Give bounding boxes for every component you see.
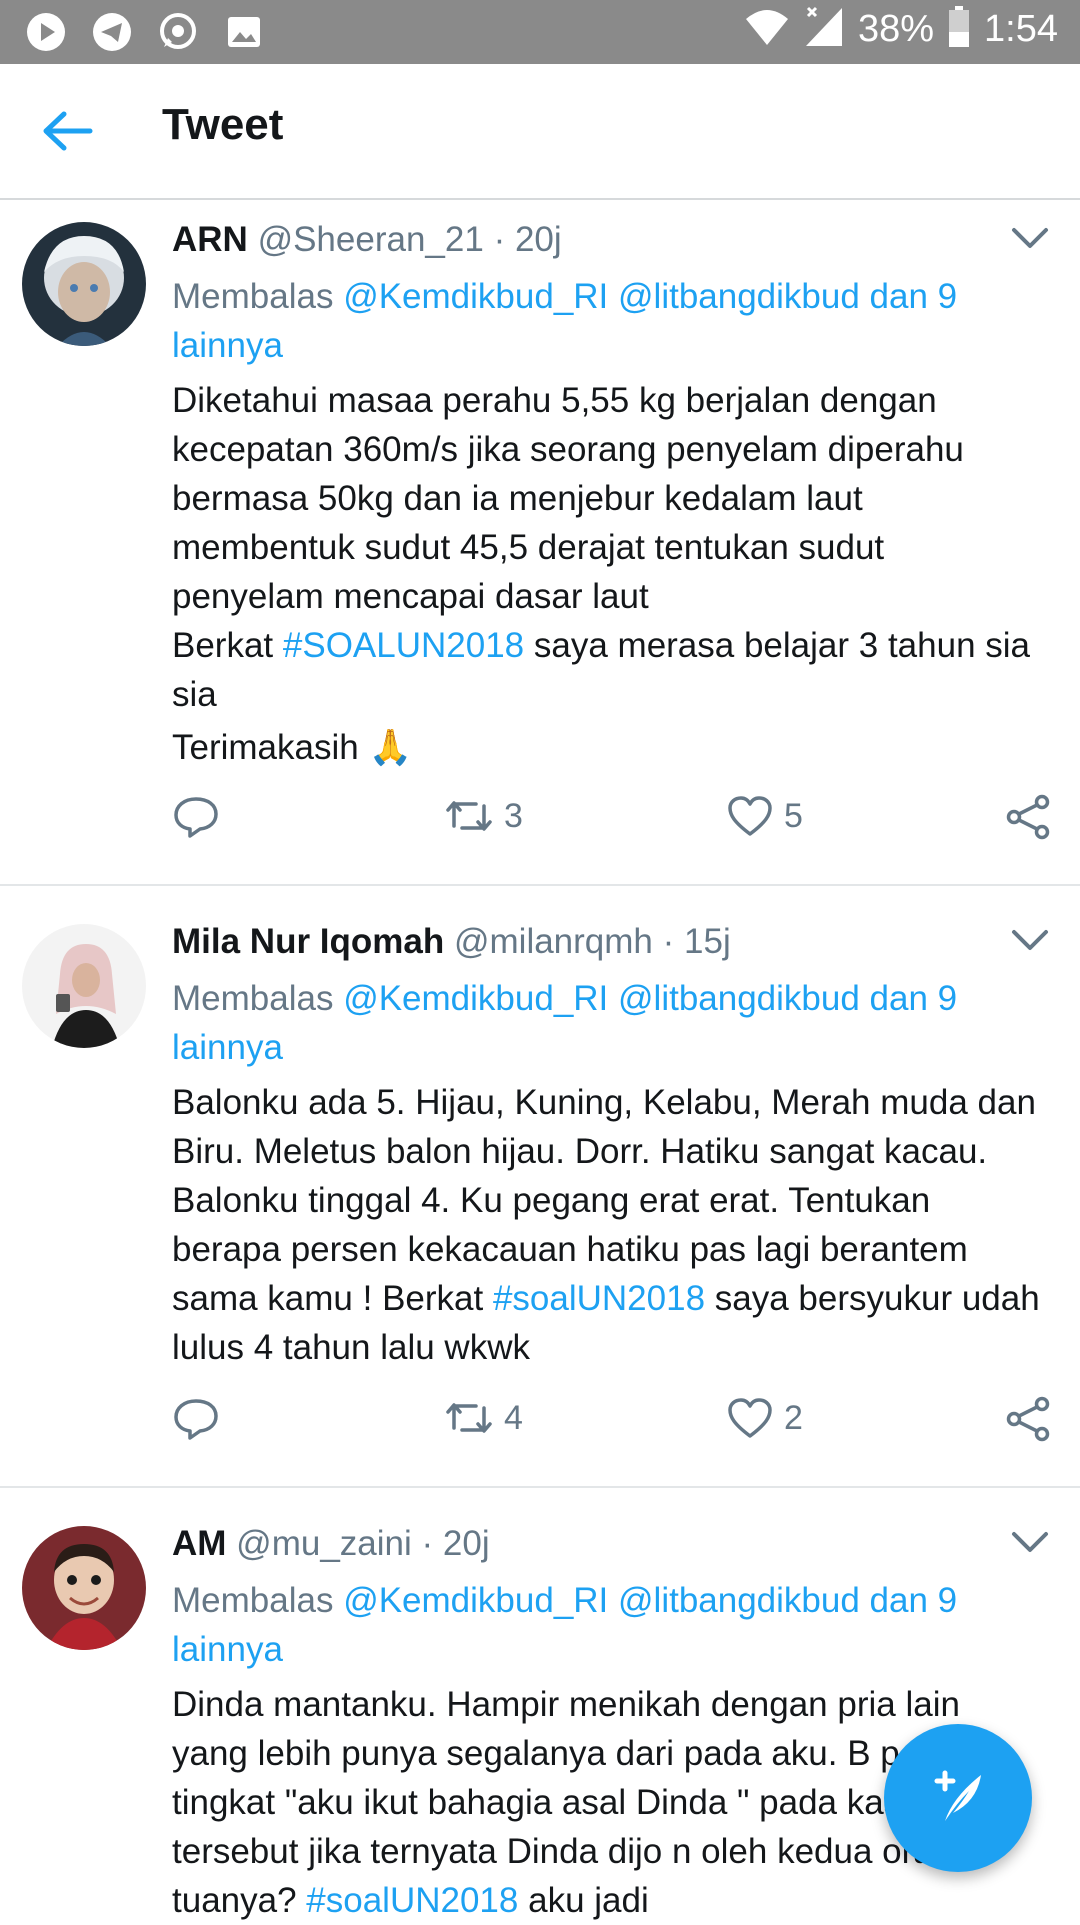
author-handle[interactable]: @Sheeran_21 (258, 220, 484, 259)
share-button[interactable] (1004, 1396, 1052, 1442)
tweet-item[interactable]: Mila Nur Iqomah @milanrqmh · 15j Membala… (0, 902, 1080, 1488)
hashtag-link[interactable]: #SOALUN2018 (283, 626, 524, 665)
battery-icon (948, 6, 970, 53)
timestamp: 20j (514, 220, 562, 259)
reply-to: Membalas @Kemdikbud_RI @litbangdikbud da… (172, 1576, 1044, 1674)
separator-dot: · (493, 220, 506, 259)
author-name[interactable]: Mila Nur Iqomah (172, 922, 444, 961)
reply-to: Membalas @Kemdikbud_RI @litbangdikbud da… (172, 974, 1044, 1072)
tweet-text-line: Diketahui masaa perahu 5,55 kg berjalan … (172, 381, 964, 616)
share-button[interactable] (1004, 794, 1052, 840)
author-handle[interactable]: @mu_zaini (236, 1524, 412, 1563)
share-icon (1004, 794, 1052, 840)
tweet-item[interactable]: AM @mu_zaini · 20j Membalas @Kemdikbud_R… (0, 1504, 1080, 1924)
like-count: 2 (784, 1398, 803, 1437)
retweet-button[interactable]: 4 (444, 1396, 523, 1440)
text-segment: Berkat (172, 626, 283, 665)
text-segment: aku jadi (518, 1881, 649, 1920)
tweet-text: Balonku ada 5. Hijau, Kuning, Kelabu, Me… (172, 1078, 1044, 1372)
separator-dot: · (662, 922, 675, 961)
reply-icon (172, 794, 220, 840)
like-button[interactable]: 5 (726, 794, 803, 838)
avatar[interactable] (22, 222, 146, 346)
avatar[interactable] (22, 924, 146, 1048)
tweet-header: ARN @Sheeran_21 · 20j (172, 218, 1044, 262)
avatar[interactable] (22, 1526, 146, 1650)
clock: 1:54 (984, 8, 1058, 50)
retweet-count: 3 (504, 796, 523, 835)
text-segment: Terimakasih (172, 728, 369, 767)
play-icon (24, 10, 68, 54)
retweet-icon (444, 1396, 494, 1440)
like-count: 5 (784, 796, 803, 835)
reply-prefix: Membalas (172, 277, 334, 316)
wifi-icon (744, 7, 790, 52)
tweet-header: AM @mu_zaini · 20j (172, 1522, 1044, 1566)
reply-icon (172, 1396, 220, 1442)
folded-hands-emoji: 🙏 (368, 728, 413, 767)
telegram-icon (90, 10, 134, 54)
like-button[interactable]: 2 (726, 1396, 803, 1440)
reply-button[interactable] (172, 794, 220, 840)
tweet-item[interactable]: ARN @Sheeran_21 · 20j Membalas @Kemdikbu… (0, 200, 1080, 886)
whatsapp-icon (156, 10, 200, 54)
tweet-text-line: Berkat #SOALUN2018 saya merasa belajar 3… (172, 621, 1044, 719)
author-name[interactable]: AM (172, 1524, 226, 1563)
hashtag-link[interactable]: #soalUN2018 (306, 1881, 518, 1920)
compose-tweet-icon (923, 1761, 993, 1836)
heart-icon (726, 794, 774, 838)
author-handle[interactable]: @milanrqmh (454, 922, 653, 961)
reply-button[interactable] (172, 1396, 220, 1442)
retweet-button[interactable]: 3 (444, 794, 523, 838)
retweet-count: 4 (504, 1398, 523, 1437)
heart-icon (726, 1396, 774, 1440)
image-icon (222, 10, 266, 54)
retweet-icon (444, 794, 494, 838)
app-bar: Tweet (0, 64, 1080, 200)
timestamp: 20j (442, 1524, 490, 1563)
reply-to: Membalas @Kemdikbud_RI @litbangdikbud da… (172, 272, 1044, 370)
page-title: Tweet (162, 100, 284, 149)
reply-prefix: Membalas (172, 979, 334, 1018)
arrow-left-icon[interactable] (40, 106, 100, 156)
signal-icon (804, 6, 844, 53)
battery-percent: 38% (857, 8, 935, 50)
tweet-text-line: Terimakasih 🙏 (172, 723, 1044, 772)
timestamp: 15j (684, 922, 731, 961)
tweet-actions: 3 5 (172, 794, 1052, 850)
share-icon (1004, 1396, 1052, 1442)
compose-tweet-button[interactable] (884, 1724, 1032, 1872)
separator-dot: · (421, 1524, 434, 1563)
hashtag-link[interactable]: #soalUN2018 (493, 1279, 705, 1318)
reply-prefix: Membalas (172, 1581, 334, 1620)
tweet-actions: 4 2 (172, 1396, 1052, 1452)
author-name[interactable]: ARN (172, 220, 248, 259)
status-bar: 38% 1:54 (0, 0, 1080, 64)
tweet-header: Mila Nur Iqomah @milanrqmh · 15j (172, 920, 1044, 964)
tweet-text: Diketahui masaa perahu 5,55 kg berjalan … (172, 376, 1044, 772)
